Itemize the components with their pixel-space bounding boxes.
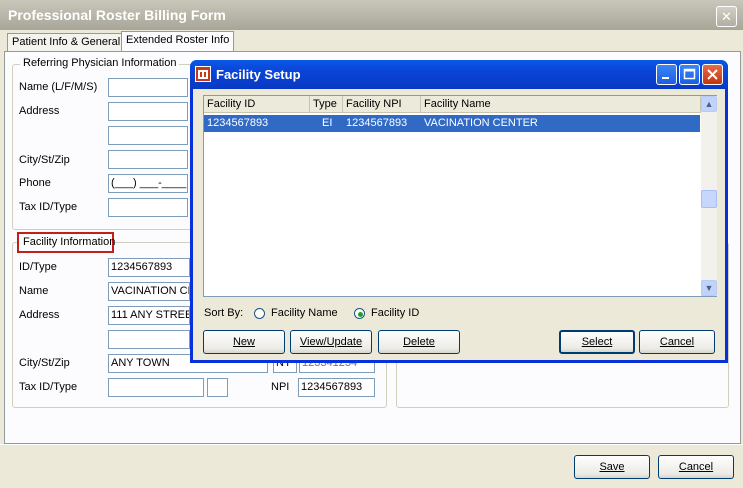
physician-name-input[interactable]: [108, 78, 188, 97]
main-cancel-button[interactable]: Cancel: [658, 455, 734, 479]
vertical-scrollbar[interactable]: ▲ ▼: [701, 96, 717, 296]
main-cancel-button-label: Cancel: [678, 461, 714, 473]
facility-taxid-label: Tax ID/Type: [19, 381, 78, 393]
select-button[interactable]: Select: [559, 330, 635, 354]
facility-npi-input[interactable]: 1234567893: [298, 378, 375, 397]
facility-id-input[interactable]: 1234567893: [108, 258, 190, 277]
dialog-title-text: Facility Setup: [216, 67, 301, 82]
column-header-facility-id[interactable]: Facility ID: [204, 96, 310, 113]
dialog-body: Facility ID Type Facility NPI Facility N…: [193, 89, 725, 360]
minimize-icon[interactable]: [656, 64, 677, 85]
facility-name-label: Name: [19, 285, 49, 297]
new-button[interactable]: New: [203, 330, 285, 354]
facility-city-label: City/St/Zip: [19, 357, 70, 369]
dialog-cancel-button-label: Cancel: [659, 336, 695, 348]
scroll-thumb[interactable]: [701, 190, 717, 208]
physician-taxid-input[interactable]: [108, 198, 188, 217]
facility-taxid-type-input[interactable]: [207, 378, 228, 397]
physician-address2-input[interactable]: [108, 126, 188, 145]
facility-address2-input[interactable]: [108, 330, 190, 349]
cell-facility-name: VACINATION CENTER: [424, 117, 538, 129]
column-header-facility-name[interactable]: Facility Name: [421, 96, 701, 113]
delete-button-label: Delete: [403, 336, 435, 348]
physician-address1-input[interactable]: [108, 102, 188, 121]
dialog-title-bar[interactable]: Facility Setup: [190, 60, 728, 89]
dialog-close-icon[interactable]: [702, 64, 723, 85]
scroll-up-icon[interactable]: ▲: [701, 96, 717, 112]
facility-app-icon: [195, 66, 211, 82]
facility-taxid-input[interactable]: [108, 378, 204, 397]
maximize-icon[interactable]: [679, 64, 700, 85]
facility-name-input[interactable]: VACINATION CE: [108, 282, 190, 301]
select-button-label: Select: [581, 336, 613, 348]
tab-patient-info[interactable]: Patient Info & General: [7, 33, 126, 52]
physician-phone-label: Phone: [19, 177, 51, 189]
dialog-cancel-button[interactable]: Cancel: [639, 330, 715, 354]
view-update-button[interactable]: View/Update: [290, 330, 372, 354]
main-title-bar: Professional Roster Billing Form: [0, 0, 743, 30]
delete-button[interactable]: Delete: [378, 330, 460, 354]
new-button-label: New: [232, 336, 255, 348]
facility-address1-input[interactable]: 111 ANY STREE: [108, 306, 190, 325]
sort-facility-id-label[interactable]: Facility ID: [371, 307, 419, 319]
physician-city-label: City/St/Zip: [19, 154, 70, 166]
facility-list[interactable]: Facility ID Type Facility NPI Facility N…: [203, 95, 717, 297]
column-header-facility-npi[interactable]: Facility NPI: [343, 96, 421, 113]
scroll-down-icon[interactable]: ▼: [701, 280, 717, 296]
sort-by-label: Sort By:: [204, 307, 244, 319]
referring-physician-legend: Referring Physician Information: [20, 57, 180, 69]
save-button-label: Save: [599, 461, 625, 473]
view-update-button-label: View/Update: [299, 336, 363, 348]
tab-extended-roster-info[interactable]: Extended Roster Info: [121, 31, 235, 52]
physician-city-input[interactable]: [108, 150, 188, 169]
column-header-type[interactable]: Type: [310, 96, 343, 113]
facility-address-label: Address: [19, 309, 60, 321]
cell-type: EI: [322, 117, 333, 129]
save-button[interactable]: Save: [574, 455, 650, 479]
physician-address-label: Address: [19, 105, 60, 117]
separator: [0, 444, 743, 445]
main-close-icon[interactable]: ✕: [716, 6, 737, 27]
facility-npi-label: NPI: [271, 381, 290, 393]
physician-taxid-label: Tax ID/Type: [19, 201, 78, 213]
cell-facility-npi: 1234567893: [346, 117, 408, 129]
sort-facility-id-radio[interactable]: [354, 308, 365, 319]
sort-facility-name-radio[interactable]: [254, 308, 265, 319]
sort-facility-name-label[interactable]: Facility Name: [271, 307, 338, 319]
facility-info-legend: Facility Information: [17, 232, 115, 253]
table-row[interactable]: 1234567893 EI 1234567893 VACINATION CENT…: [204, 115, 700, 132]
main-title-text: Professional Roster Billing Form: [8, 7, 226, 23]
facility-id-label: ID/Type: [19, 261, 57, 273]
cell-facility-id: 1234567893: [207, 117, 269, 129]
facility-setup-dialog: Facility Setup Facility ID Type Facility…: [190, 60, 728, 363]
physician-name-label: Name (L/F/M/S): [19, 81, 98, 93]
physician-phone-input[interactable]: (___) ___-____: [108, 174, 188, 193]
